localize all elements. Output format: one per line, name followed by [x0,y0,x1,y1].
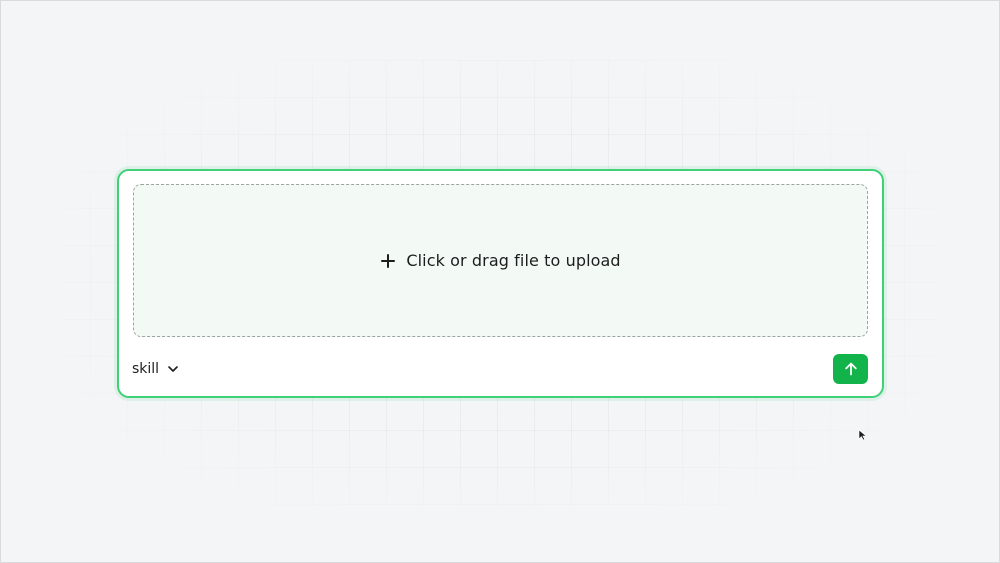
chevron-down-icon [168,366,178,372]
mouse-cursor-icon [858,429,868,441]
skill-dropdown-value: skill [132,361,160,377]
arrow-up-icon [844,362,857,376]
plus-icon [380,253,396,269]
send-button[interactable] [833,354,868,384]
file-dropzone[interactable]: Click or drag file to upload [133,184,868,337]
skill-dropdown[interactable]: skill [132,357,183,381]
upload-composer: Click or drag file to upload skill [117,169,884,398]
dropzone-label: Click or drag file to upload [406,251,621,270]
